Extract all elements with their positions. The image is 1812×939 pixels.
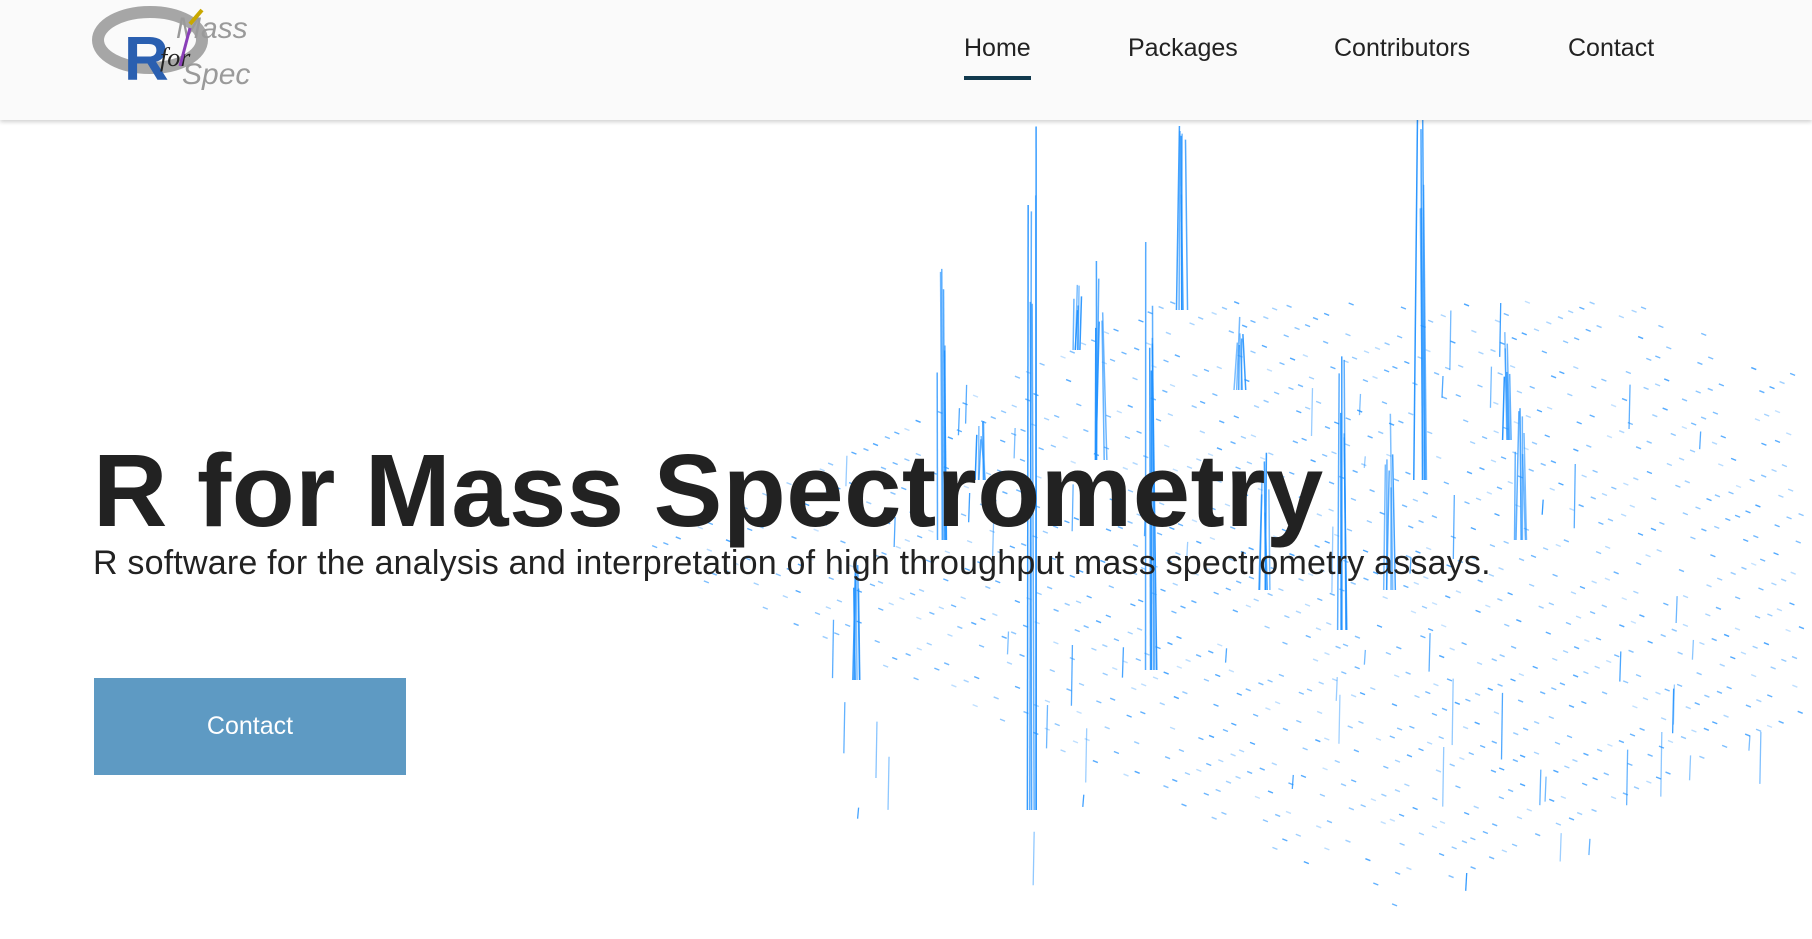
- nav-home[interactable]: Home: [964, 34, 1031, 80]
- nav-contact[interactable]: Contact: [1568, 34, 1654, 63]
- logo-spec: Spec: [182, 58, 250, 91]
- rformassspec-logo[interactable]: R for Mass Spec: [90, 4, 270, 96]
- top-navbar: R for Mass Spec Home Packages Contributo…: [0, 0, 1812, 120]
- nav-contributors[interactable]: Contributors: [1334, 34, 1470, 63]
- page-title: R for Mass Spectrometry: [93, 433, 1324, 548]
- nav-packages[interactable]: Packages: [1128, 34, 1238, 63]
- page-subtitle: R software for the analysis and interpre…: [93, 544, 1491, 582]
- contact-button[interactable]: Contact: [94, 678, 406, 775]
